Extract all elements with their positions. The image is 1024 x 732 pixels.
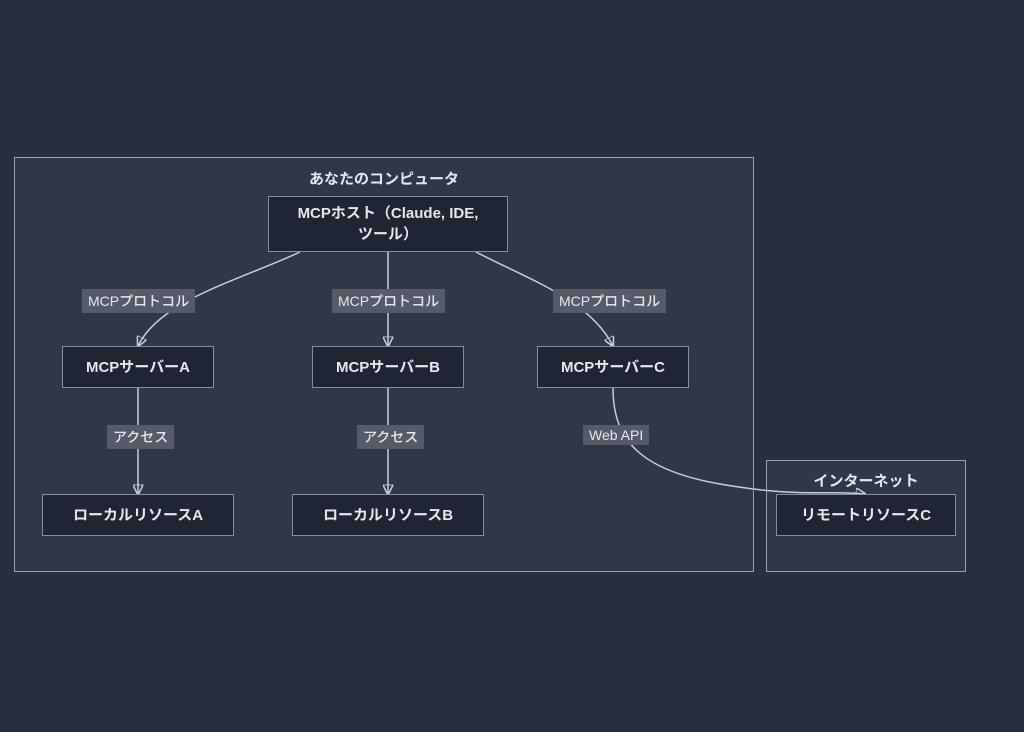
edge-label-host-b: MCPプロトコル (332, 289, 445, 313)
node-mcp-host-line2: ツール） (358, 226, 418, 243)
node-mcp-host-line1: MCPホスト（Claude, IDE, (298, 205, 479, 222)
edge-label-host-a: MCPプロトコル (82, 289, 195, 313)
node-resource-c: リモートリソースC (776, 494, 956, 536)
node-resource-a: ローカルリソースA (42, 494, 234, 536)
node-mcp-host: MCPホスト（Claude, IDE, ツール） (268, 196, 508, 252)
edge-label-a-resA: アクセス (107, 425, 174, 449)
container-internet-title: インターネット (766, 470, 966, 491)
node-resource-b: ローカルリソースB (292, 494, 484, 536)
edge-label-host-c: MCPプロトコル (553, 289, 666, 313)
node-server-a: MCPサーバーA (62, 346, 214, 388)
edge-label-c-resC: Web API (583, 425, 649, 445)
edge-label-b-resB: アクセス (357, 425, 424, 449)
node-server-c: MCPサーバーC (537, 346, 689, 388)
node-server-b: MCPサーバーB (312, 346, 464, 388)
container-computer-title: あなたのコンピュータ (14, 168, 754, 189)
